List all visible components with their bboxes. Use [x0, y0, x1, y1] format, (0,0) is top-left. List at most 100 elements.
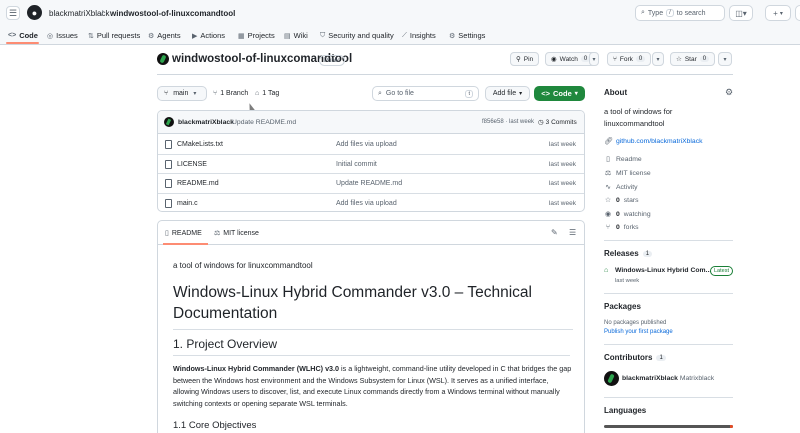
- star-label: Star: [684, 55, 697, 63]
- book-icon: ▯: [606, 156, 610, 163]
- contributor-name[interactable]: blackmatriXblack Matrixblack: [622, 375, 714, 382]
- table-row[interactable]: LICENSE Initial commit last week: [158, 155, 584, 174]
- star-dropdown-caret[interactable]: ▾: [718, 52, 732, 66]
- outline-icon[interactable]: ☰: [569, 228, 576, 237]
- table-row[interactable]: README.md Update README.md last week: [158, 174, 584, 194]
- breadcrumb-repo[interactable]: windwostool-of-linuxcomandtool: [110, 9, 235, 18]
- avatar[interactable]: [164, 117, 174, 127]
- file-time: last week: [548, 141, 576, 148]
- file-commit-message[interactable]: Initial commit: [336, 161, 377, 168]
- file-commit-message[interactable]: Add files via upload: [336, 141, 397, 148]
- sidebar-divider: [604, 293, 733, 294]
- copilot-icon: ◫▾: [735, 8, 747, 18]
- tab-code[interactable]: <> Code: [8, 29, 38, 42]
- watch-dropdown-caret[interactable]: ▾: [589, 52, 599, 66]
- active-tab-indicator: [163, 243, 208, 245]
- table-row[interactable]: main.c Add files via upload last week: [158, 194, 584, 212]
- file-name[interactable]: LICENSE: [177, 161, 207, 168]
- contributors-title-text: Contributors: [604, 353, 653, 362]
- activity-link[interactable]: ∿ Activity: [604, 183, 637, 192]
- stars-link[interactable]: ☆ 0 stars: [604, 196, 639, 205]
- file-name[interactable]: README.md: [177, 180, 219, 187]
- file-commit-message[interactable]: Update README.md: [336, 180, 402, 187]
- branches-link[interactable]: ⑂ 1 Branch: [213, 90, 248, 97]
- gear-icon: ⚙: [449, 32, 456, 40]
- repo-owner-avatar[interactable]: [157, 53, 169, 65]
- watching-link[interactable]: ◉ 0 watching: [604, 210, 651, 219]
- release-name[interactable]: Windows-Linux Hybrid Com...: [615, 267, 711, 274]
- tab-wiki[interactable]: ▤ Wiki: [284, 29, 308, 42]
- releases-count: 1: [642, 250, 653, 257]
- fork-button[interactable]: ⑂ Fork 0: [607, 52, 652, 66]
- pin-button[interactable]: ⚲ Pin: [510, 52, 540, 66]
- file-commit-message[interactable]: Add files via upload: [336, 200, 397, 207]
- shield-icon: ⛉: [320, 31, 326, 39]
- tab-pull-requests[interactable]: ⇅ Pull requests: [88, 29, 140, 42]
- watching-count: 0: [616, 210, 620, 218]
- tab-label: Issues: [56, 31, 78, 40]
- create-new-button[interactable]: + ▾: [765, 5, 791, 21]
- contributors-title[interactable]: Contributors 1: [604, 353, 666, 362]
- global-search-input[interactable]: ⌕ Type / to search: [635, 5, 725, 21]
- file-table: blackmatriXblack Update README.md f856e5…: [157, 110, 585, 212]
- packages-title[interactable]: Packages: [604, 302, 641, 311]
- star-count: 0: [699, 56, 710, 62]
- file-icon: [165, 198, 172, 208]
- tab-issues[interactable]: ◎ Issues: [47, 29, 78, 42]
- code-button[interactable]: <> Code ▾: [534, 86, 585, 101]
- pencil-icon[interactable]: ✎: [551, 228, 558, 237]
- star-button[interactable]: ☆ Star 0: [670, 52, 716, 66]
- issues-shortcut-button[interactable]: ◎: [795, 5, 800, 21]
- branch-icon: ⑂: [213, 90, 218, 97]
- add-file-button[interactable]: Add file ▾: [485, 86, 530, 101]
- forks-link[interactable]: ⑂ 0 forks: [604, 224, 639, 231]
- readme-heading-3: 1.1 Core Objectives: [173, 420, 257, 431]
- publish-package-link[interactable]: Publish your first package: [604, 329, 673, 335]
- readme-link[interactable]: ▯ Readme: [604, 155, 642, 164]
- tab-actions[interactable]: ▶ Actions: [192, 29, 225, 42]
- chevron-down-icon: ▾: [519, 91, 523, 97]
- releases-title[interactable]: Releases 1: [604, 249, 653, 258]
- readme-heading-1: Windows-Linux Hybrid Commander v3.0 – Te…: [173, 282, 573, 330]
- file-name[interactable]: main.c: [177, 200, 198, 207]
- latest-commit-row: blackmatriXblack Update README.md f856e5…: [158, 111, 584, 134]
- commit-author[interactable]: blackmatriXblack: [178, 119, 234, 126]
- tab-insights[interactable]: ⟋ Insights: [402, 29, 436, 42]
- tab-projects[interactable]: ▦ Projects: [238, 29, 275, 42]
- go-to-file-input[interactable]: ⌕ Go to file t: [372, 86, 479, 101]
- file-name[interactable]: CMakeLists.txt: [177, 141, 223, 148]
- tags-link[interactable]: ⌂ 1 Tag: [255, 90, 279, 97]
- license-link[interactable]: ⚖ MIT license: [604, 169, 651, 178]
- file-icon: [165, 179, 172, 188]
- language-bar-segment: [730, 425, 733, 428]
- tab-label: Insights: [409, 31, 436, 40]
- avatar[interactable]: [604, 371, 619, 386]
- file-icon: [165, 159, 172, 169]
- pulse-icon: ∿: [605, 184, 611, 191]
- add-file-label: Add file: [492, 90, 517, 97]
- code-icon: <>: [8, 32, 17, 39]
- table-row[interactable]: CMakeLists.txt Add files via upload last…: [158, 135, 584, 155]
- copilot-button[interactable]: ◫▾: [729, 5, 753, 21]
- github-logo-icon[interactable]: ●: [27, 5, 42, 20]
- homepage-link[interactable]: 🔗︎ github.com/blackmatriXblack: [604, 137, 703, 146]
- tab-settings[interactable]: ⚙ Settings: [449, 29, 485, 42]
- tab-agents[interactable]: ⚙ Agents: [148, 29, 181, 42]
- tab-label: Security and quality: [328, 31, 394, 40]
- tab-security[interactable]: ⛉ Security and quality: [320, 29, 394, 42]
- gear-icon[interactable]: ⚙: [725, 87, 733, 98]
- commit-message[interactable]: Update README.md: [232, 119, 296, 126]
- tab-readme[interactable]: ▯ README: [165, 229, 202, 238]
- about-title-text: About: [604, 88, 628, 97]
- tab-label: Code: [19, 31, 38, 40]
- menu-icon[interactable]: ☰: [6, 6, 20, 20]
- tag-icon: ⌂: [604, 267, 609, 274]
- tab-label: Pull requests: [96, 31, 141, 40]
- search-icon: ⌕: [641, 9, 645, 16]
- commit-hash[interactable]: f856e58 · last week: [482, 119, 534, 125]
- fork-dropdown-caret[interactable]: ▾: [652, 52, 664, 66]
- branch-selector[interactable]: ⑂ main ▾: [157, 86, 207, 101]
- commits-link[interactable]: ◷ 3 Commits: [538, 118, 577, 127]
- readme-heading-2: 1. Project Overview: [173, 337, 570, 356]
- tab-license[interactable]: ⚖ MIT license: [214, 229, 259, 238]
